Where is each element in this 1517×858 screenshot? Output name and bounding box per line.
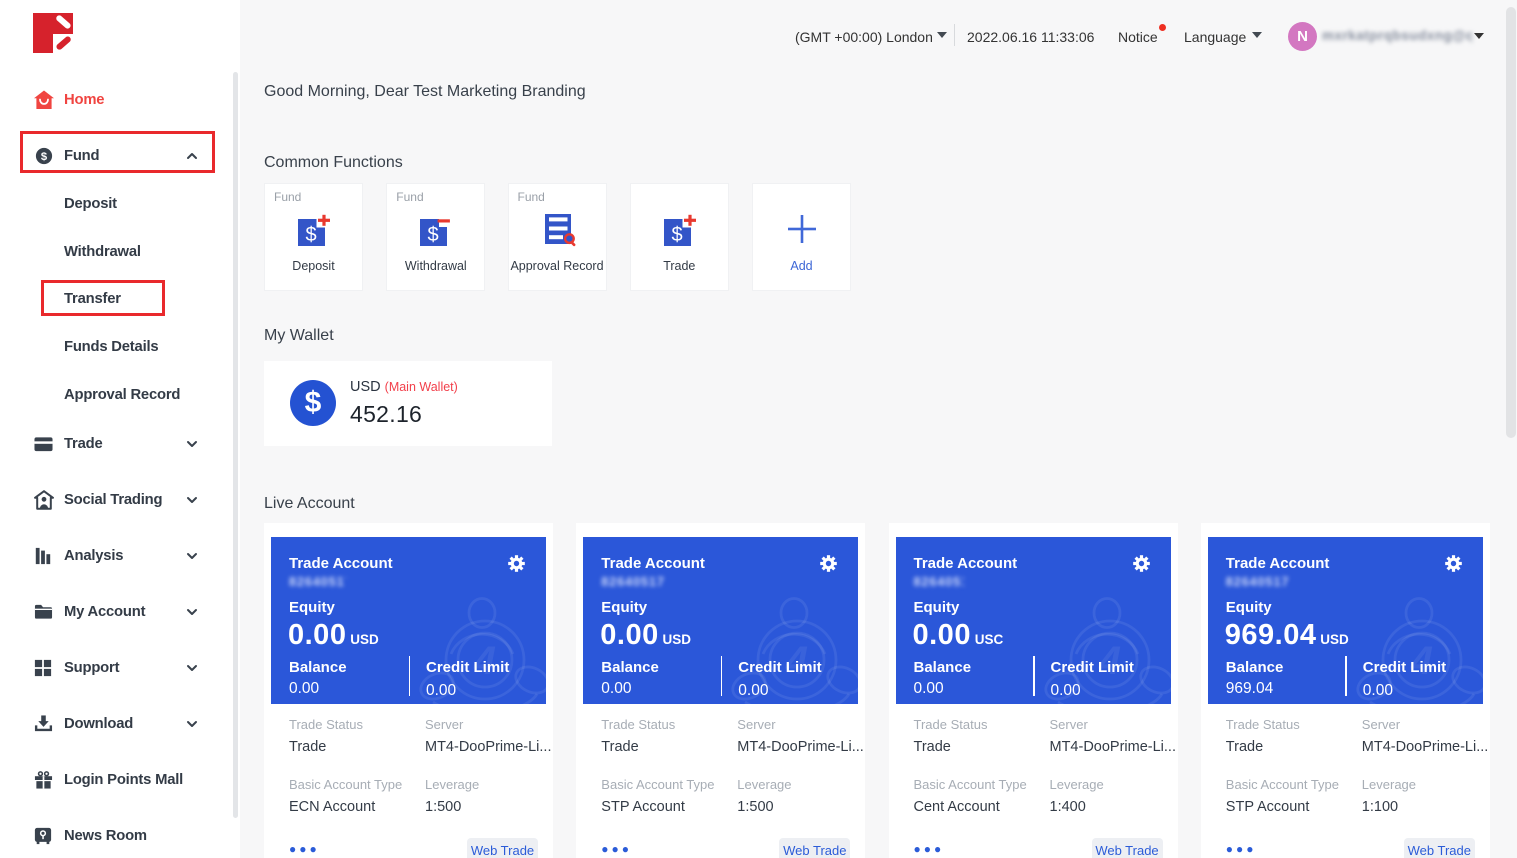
svg-text:$: $ <box>671 224 682 246</box>
svg-text:$: $ <box>305 224 316 246</box>
svg-text:$: $ <box>41 151 48 163</box>
svg-text:$: $ <box>427 224 438 246</box>
